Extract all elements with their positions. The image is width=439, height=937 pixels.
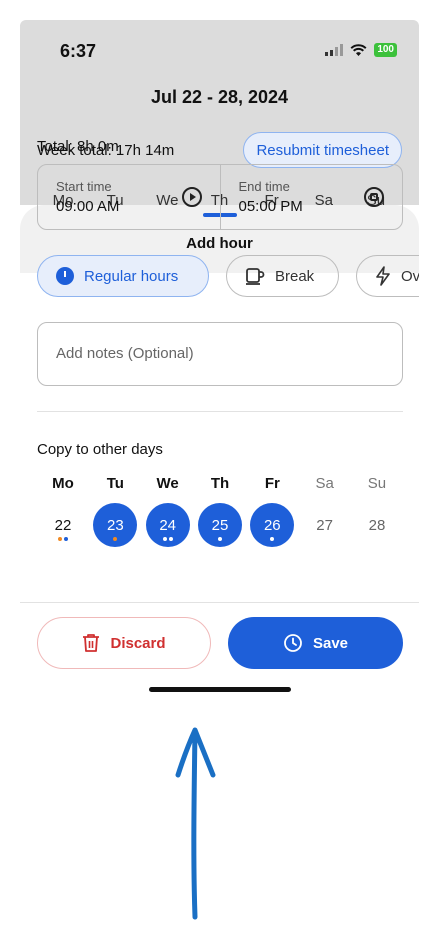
lightning-icon [376, 266, 390, 286]
phone-screen: 6:37 100 Jul 22 - 28, 2024 Week total: 1… [20, 20, 419, 917]
entry-dots [198, 537, 242, 541]
signal-icon [325, 44, 344, 56]
chip-label: Break [275, 267, 315, 285]
hour-type-chips: Regular hours Break Overtime [37, 255, 419, 297]
chip-overtime[interactable]: Overtime [356, 255, 419, 297]
chip-break[interactable]: Break [226, 255, 339, 297]
day-number-button[interactable]: 22 [41, 503, 85, 547]
copy-day-sun: Su 28 [351, 475, 403, 547]
total-duration: Total: 8h 0m [37, 138, 119, 155]
day-number: 28 [368, 516, 386, 534]
entry-dots [146, 537, 190, 541]
clock-icon [56, 267, 74, 285]
status-time: 6:37 [60, 41, 97, 61]
day-name: Th [210, 475, 230, 492]
day-number: 24 [159, 516, 176, 534]
discard-label: Discard [110, 634, 166, 652]
day-number: 23 [106, 516, 124, 534]
time-range-picker: Start time 09:00 AM End time 05:00 PM [37, 164, 403, 230]
notes-input[interactable]: Add notes (Optional) [37, 322, 403, 386]
day-name: Su [367, 475, 387, 492]
resubmit-timesheet-button[interactable]: Resubmit timesheet [243, 132, 402, 168]
day-number: 26 [263, 516, 281, 534]
entry-dots [93, 537, 137, 541]
clock-icon [284, 634, 302, 652]
chip-regular-hours[interactable]: Regular hours [37, 255, 209, 297]
discard-button[interactable]: Discard [37, 617, 211, 669]
day-number: 25 [211, 516, 229, 534]
day-number-button[interactable]: 27 [303, 503, 347, 547]
copy-day-wed: We 24 [142, 475, 194, 547]
home-indicator [149, 687, 291, 692]
save-label: Save [312, 634, 349, 652]
add-hour-sheet: Add hour [20, 205, 419, 917]
divider [37, 411, 403, 412]
sheet-title: Add hour [186, 235, 253, 252]
chip-label: Regular hours [84, 267, 179, 285]
entry-dots [250, 537, 294, 541]
day-name: Sa [315, 475, 334, 492]
start-time-field[interactable]: Start time 09:00 AM [38, 165, 220, 229]
copy-day-thu: Th 25 [194, 475, 246, 547]
day-number: 27 [316, 516, 333, 534]
copy-days-title: Copy to other days [37, 441, 163, 458]
end-time-field[interactable]: End time 05:00 PM [219, 165, 403, 229]
copy-day-mon: Mo 22 [37, 475, 89, 547]
stop-icon [364, 187, 384, 207]
copy-day-tue: Tu 23 [89, 475, 141, 547]
day-number-button[interactable]: 25 [197, 503, 242, 547]
day-number-button[interactable]: 28 [355, 503, 399, 547]
copy-day-sat: Sa 27 [299, 475, 351, 547]
day-number-button[interactable]: 23 [93, 503, 138, 547]
trash-icon [83, 634, 100, 652]
battery-icon: 100 [374, 43, 397, 57]
day-number: 22 [54, 516, 72, 534]
copy-days-picker: Mo 22 Tu 23 We 24 Th 25 Fr 26 Sa 27 Su 2… [37, 475, 403, 547]
footer-divider [20, 602, 419, 603]
day-name: We [156, 475, 179, 492]
day-name: Tu [106, 475, 124, 492]
day-name: Fr [264, 475, 280, 492]
day-name: Mo [52, 475, 74, 492]
wifi-icon [350, 43, 367, 56]
date-range: Jul 22 - 28, 2024 [150, 87, 289, 107]
entry-dots [41, 537, 85, 541]
status-icons: 100 [325, 43, 397, 57]
day-number-button[interactable]: 24 [145, 503, 190, 547]
save-button[interactable]: Save [228, 617, 403, 669]
copy-day-fri: Fr 26 [246, 475, 298, 547]
play-icon [181, 187, 202, 207]
day-number-button[interactable]: 26 [250, 503, 295, 547]
chip-label: Overtime [401, 267, 419, 285]
coffee-cup-icon [246, 268, 265, 285]
